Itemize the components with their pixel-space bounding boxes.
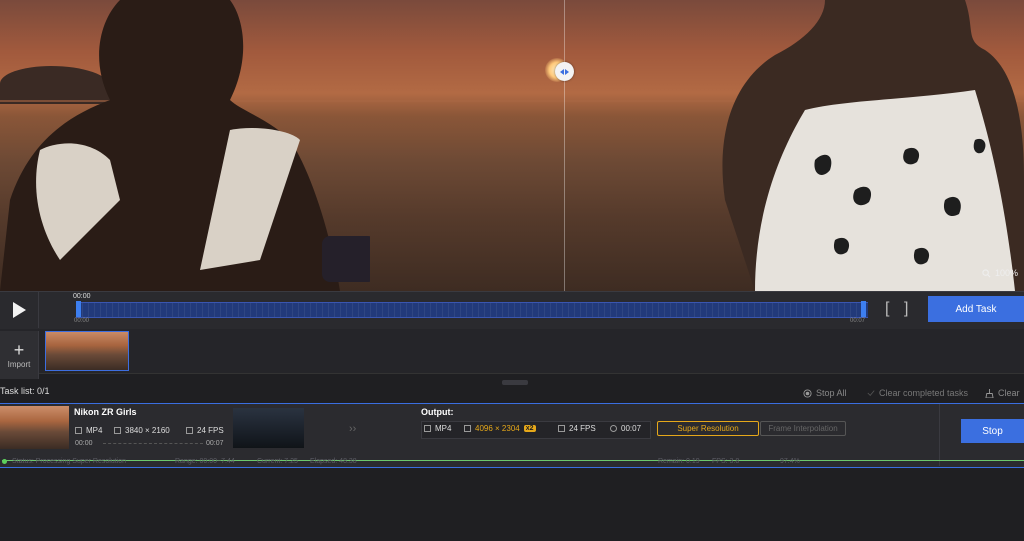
trim-start-handle[interactable]: [76, 301, 81, 317]
fps-icon: [558, 425, 565, 432]
output-fps-label: 24 FPS: [569, 424, 596, 433]
input-fps-label: 24 FPS: [197, 426, 224, 435]
play-icon: [13, 301, 26, 318]
film-icon: [424, 425, 431, 432]
input-range-line: [103, 443, 203, 444]
clear-button[interactable]: Clear: [985, 388, 1020, 398]
task-input-thumbnail: [0, 406, 69, 449]
preview-person-left: [0, 0, 370, 291]
broom-icon: [985, 388, 994, 398]
mark-out-button[interactable]: ]: [904, 300, 908, 318]
resolution-icon: [114, 427, 121, 434]
chevron-right-icon: ››: [349, 423, 357, 435]
task-list-title: Task list: 0/1: [0, 386, 50, 396]
scale-badge: x2: [523, 425, 536, 432]
source-thumbnail[interactable]: [45, 331, 129, 371]
stop-all-button[interactable]: Stop All: [803, 388, 847, 398]
input-time-end: 00:07: [206, 440, 224, 447]
preview-person-right: [722, 0, 1024, 291]
output-label: Output:: [421, 407, 454, 417]
check-icon: [867, 390, 875, 396]
trim-end-time: 00:07: [850, 318, 866, 324]
task-name: Nikon ZR Girls: [74, 407, 137, 417]
percent-text: 97.4%: [780, 458, 800, 465]
current-time: 00:00: [73, 293, 91, 300]
current-text: Current: 7.25: [257, 458, 298, 465]
clock-icon: [610, 425, 617, 432]
track-frames: [76, 303, 868, 317]
clear-label: Clear: [998, 388, 1020, 398]
stop-all-label: Stop All: [816, 388, 847, 398]
trim-start-time: 00:00: [74, 318, 90, 324]
mark-in-button[interactable]: [: [885, 300, 889, 318]
input-resolution-label: 3840 × 2160: [125, 426, 170, 435]
compare-split-line[interactable]: [564, 0, 565, 291]
compare-split-handle[interactable]: [555, 62, 574, 81]
task-status-row: Status: Processing Super Resolution Rang…: [0, 458, 1024, 467]
output-format: MP4: [424, 424, 451, 433]
output-duration: 00:07: [610, 424, 641, 433]
clear-completed-label: Clear completed tasks: [879, 388, 969, 398]
output-resolution: 4096 × 2304 x2: [464, 424, 536, 433]
film-icon: [75, 427, 82, 434]
output-format-label: MP4: [435, 424, 452, 433]
fps-icon: [186, 427, 193, 434]
trim-end-handle[interactable]: [861, 301, 866, 317]
status-text: Status: Processing Super Resolution: [12, 458, 127, 465]
output-duration-label: 00:07: [621, 424, 642, 433]
plus-icon: +: [13, 339, 25, 360]
clear-completed-button[interactable]: Clear completed tasks: [867, 388, 968, 398]
range-text: Range: 00:00~7.44: [175, 458, 235, 465]
add-task-button[interactable]: Add Task: [928, 296, 1024, 322]
task-output-thumbnail: [233, 408, 304, 448]
import-button[interactable]: + Import: [0, 331, 39, 379]
input-fps: 24 FPS: [186, 426, 224, 435]
import-label: Import: [7, 359, 31, 369]
panel-resize-handle[interactable]: [502, 380, 528, 385]
play-button[interactable]: [0, 291, 39, 328]
radio-icon: [803, 388, 812, 398]
input-format: MP4: [75, 426, 102, 435]
magnifier-icon: [982, 268, 991, 277]
zoom-indicator[interactable]: 100%: [982, 268, 1018, 278]
frame-interpolation-tag[interactable]: Frame Interpolation: [760, 421, 846, 436]
video-preview[interactable]: 100%: [0, 0, 1024, 291]
input-format-label: MP4: [86, 426, 103, 435]
output-fps: 24 FPS: [558, 424, 596, 433]
input-time-start: 00:00: [75, 440, 93, 447]
fps-text: FPS: 3.8: [712, 458, 740, 465]
output-resolution-label: 4096 × 2304: [475, 424, 520, 433]
resolution-icon: [464, 425, 471, 432]
elapsed-text: Elapsed: 48.38: [310, 458, 357, 465]
timeline-track[interactable]: [76, 302, 868, 318]
input-resolution: 3840 × 2160: [114, 426, 170, 435]
source-strip: [0, 329, 1024, 374]
remain-text: Remain: 0.19: [658, 458, 700, 465]
super-resolution-tag[interactable]: Super Resolution: [657, 421, 759, 436]
stop-button[interactable]: Stop: [961, 419, 1024, 443]
zoom-label: 100%: [994, 268, 1018, 278]
